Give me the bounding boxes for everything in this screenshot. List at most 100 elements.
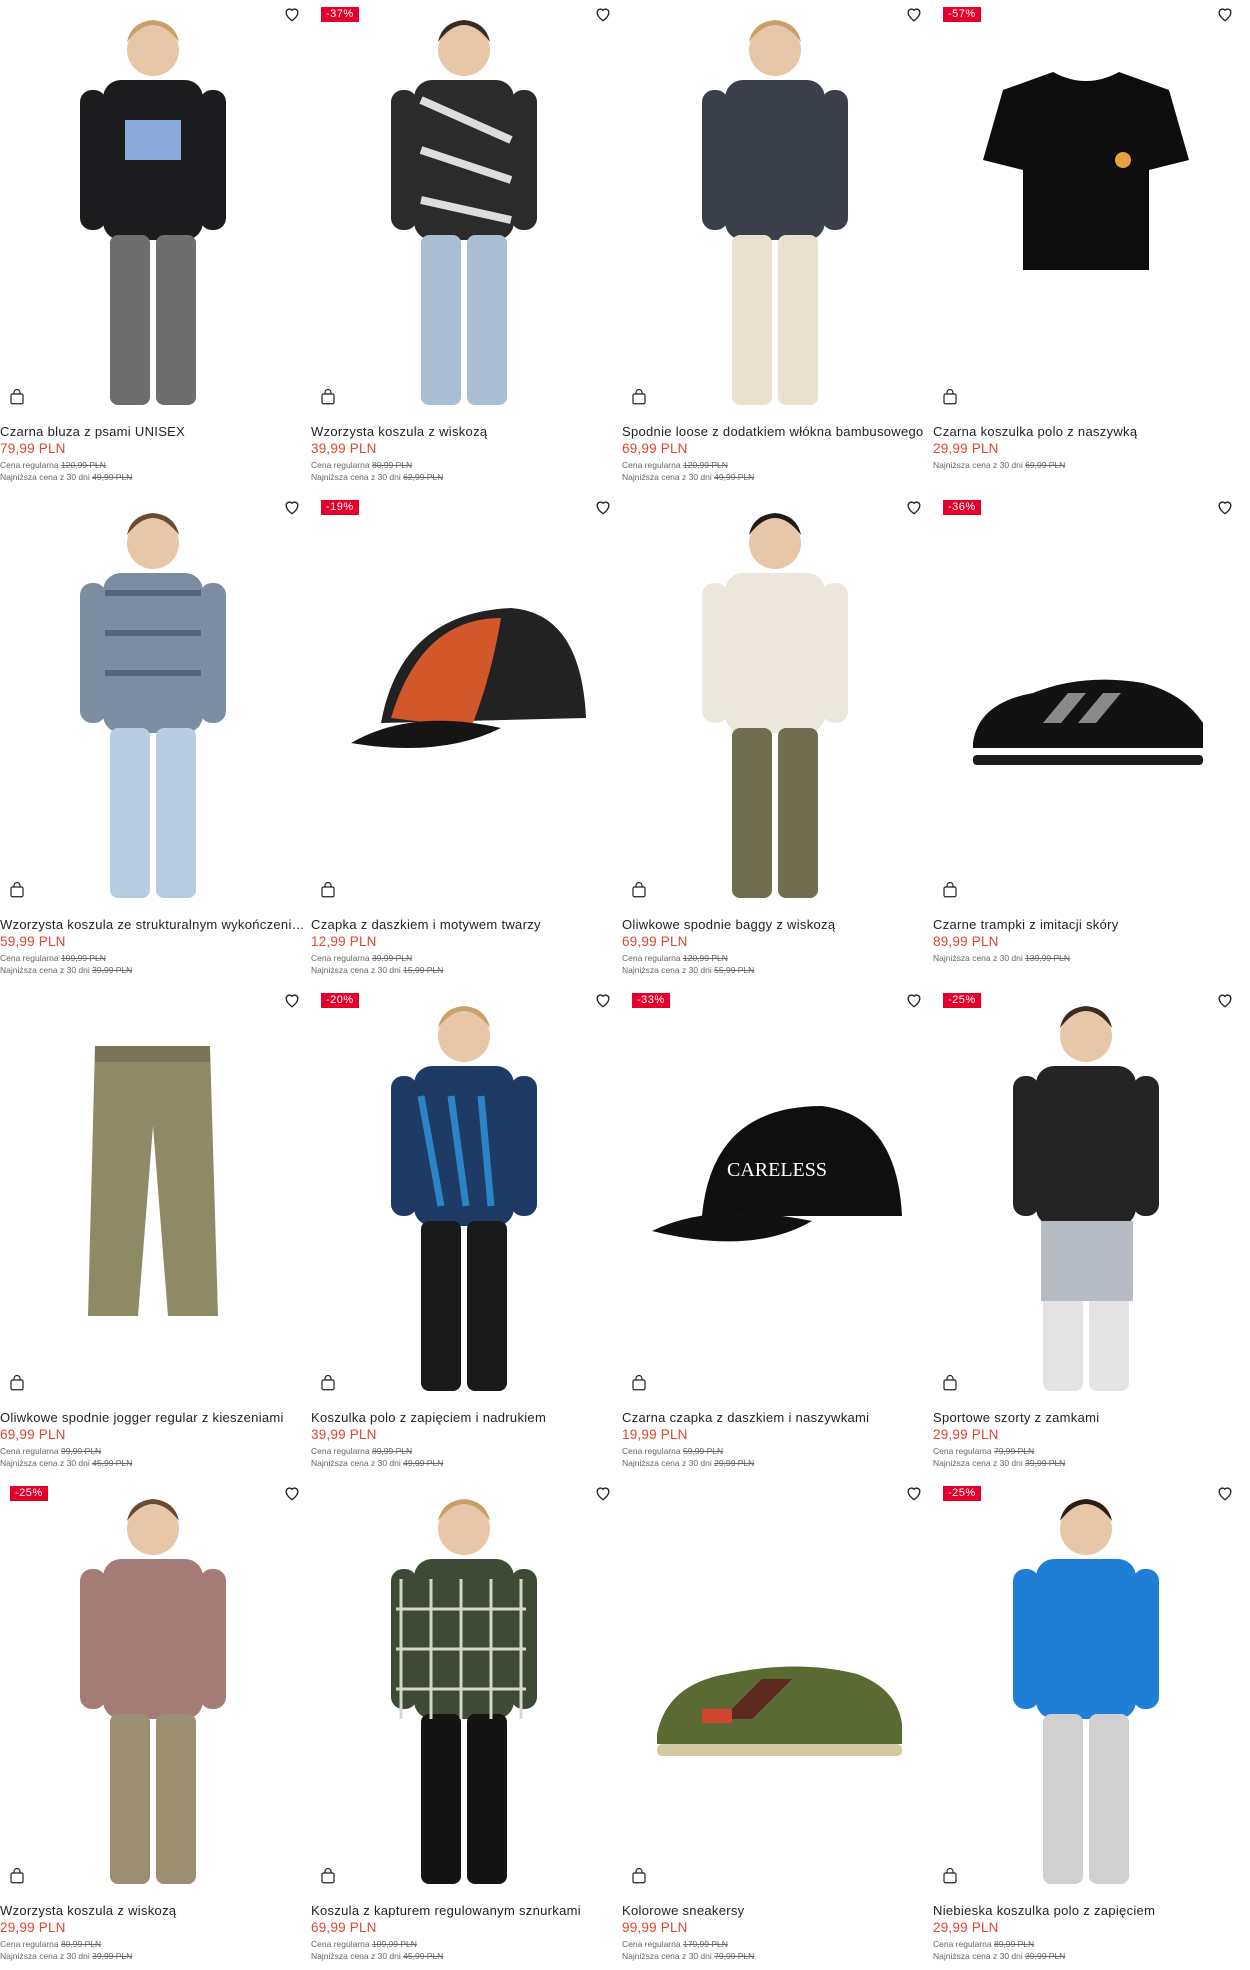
lowest-price: Najniższa cena z 30 dni 39,99 PLN bbox=[0, 965, 133, 975]
product-name[interactable]: Wzorzysta koszula ze strukturalnym wykoń… bbox=[0, 917, 308, 932]
product-image-patterned-shirt[interactable] bbox=[311, 0, 617, 415]
heart-icon[interactable] bbox=[593, 990, 615, 1012]
product-image-black-cap[interactable]: CARELESS bbox=[622, 986, 928, 1401]
product-price: 29,99 PLN bbox=[933, 1427, 999, 1442]
discount-badge: -20% bbox=[321, 993, 359, 1008]
lowest-price: Najniższa cena z 30 dni 139,99 PLN bbox=[933, 953, 1071, 963]
product-card[interactable]: -20% Koszulka polo z zapięciem i nadruki… bbox=[311, 986, 619, 1476]
heart-icon[interactable] bbox=[1215, 990, 1237, 1012]
product-image-face-cap[interactable] bbox=[311, 493, 617, 908]
product-name[interactable]: Koszulka polo z zapięciem i nadrukiem bbox=[311, 1410, 619, 1425]
shopping-bag-icon[interactable] bbox=[630, 881, 648, 899]
heart-icon[interactable] bbox=[904, 497, 926, 519]
heart-icon[interactable] bbox=[904, 1483, 926, 1505]
heart-icon[interactable] bbox=[1215, 1483, 1237, 1505]
product-image-structured-shirt[interactable] bbox=[0, 493, 306, 908]
product-name[interactable]: Czapka z daszkiem i motywem twarzy bbox=[311, 917, 619, 932]
product-card[interactable]: Wzorzysta koszula ze strukturalnym wykoń… bbox=[0, 493, 308, 983]
lowest-price: Najniższa cena z 30 dni 49,99 PLN bbox=[311, 1458, 444, 1468]
shopping-bag-icon[interactable] bbox=[8, 1867, 26, 1885]
shopping-bag-icon[interactable] bbox=[319, 1374, 337, 1392]
product-card[interactable]: -25% Wzorzysta koszula z wiskozą 29,99 P… bbox=[0, 1479, 308, 1969]
regular-price: Cena regularna 80,99 PLN bbox=[0, 1939, 102, 1949]
discount-badge: -36% bbox=[943, 500, 981, 515]
heart-icon[interactable] bbox=[282, 4, 304, 26]
product-name[interactable]: Wzorzysta koszula z wiskozą bbox=[0, 1903, 308, 1918]
shopping-bag-icon[interactable] bbox=[941, 1867, 959, 1885]
shopping-bag-icon[interactable] bbox=[630, 388, 648, 406]
product-image-black-hoodie[interactable] bbox=[0, 0, 306, 415]
heart-icon[interactable] bbox=[904, 4, 926, 26]
product-name[interactable]: Czarna koszulka polo z naszywką bbox=[933, 424, 1241, 439]
product-card[interactable]: -57% Czarna koszulka polo z naszywką 29,… bbox=[933, 0, 1241, 490]
regular-price: Cena regularna 120,99 PLN bbox=[0, 460, 106, 470]
product-card[interactable]: -25% Sportowe szorty z zamkami 29,99 PLN… bbox=[933, 986, 1241, 1476]
product-image-olive-baggy[interactable] bbox=[622, 493, 928, 908]
product-name[interactable]: Czarna bluza z psami UNISEX bbox=[0, 424, 308, 439]
product-image-blue-polo[interactable] bbox=[933, 1479, 1239, 1894]
shopping-bag-icon[interactable] bbox=[8, 881, 26, 899]
heart-icon[interactable] bbox=[1215, 4, 1237, 26]
heart-icon[interactable] bbox=[593, 497, 615, 519]
product-name[interactable]: Wzorzysta koszula z wiskozą bbox=[311, 424, 619, 439]
discount-badge: -33% bbox=[632, 993, 670, 1008]
product-name[interactable]: Sportowe szorty z zamkami bbox=[933, 1410, 1241, 1425]
svg-text:CARELESS: CARELESS bbox=[727, 1159, 827, 1181]
heart-icon[interactable] bbox=[1215, 497, 1237, 519]
product-price: 29,99 PLN bbox=[0, 1920, 66, 1935]
shopping-bag-icon[interactable] bbox=[630, 1374, 648, 1392]
discount-badge: -25% bbox=[943, 1486, 981, 1501]
product-card[interactable]: Kolorowe sneakersy 99,99 PLN Cena regular… bbox=[622, 1479, 930, 1969]
shopping-bag-icon[interactable] bbox=[630, 1867, 648, 1885]
heart-icon[interactable] bbox=[282, 497, 304, 519]
product-card[interactable]: -37% Wzorzysta koszula z wiskozą 39,99 P… bbox=[311, 0, 619, 490]
product-name[interactable]: Niebieska koszulka polo z zapięciem bbox=[933, 1903, 1241, 1918]
heart-icon[interactable] bbox=[904, 990, 926, 1012]
product-name[interactable]: Czarna czapka z daszkiem i naszywkami bbox=[622, 1410, 930, 1425]
product-image-sport-shorts[interactable] bbox=[933, 986, 1239, 1401]
product-name[interactable]: Oliwkowe spodnie jogger regular z kiesze… bbox=[0, 1410, 308, 1425]
product-card[interactable]: Koszula z kapturem regulowanym sznurkami… bbox=[311, 1479, 619, 1969]
product-name[interactable]: Kolorowe sneakersy bbox=[622, 1903, 930, 1918]
heart-icon[interactable] bbox=[282, 1483, 304, 1505]
shopping-bag-icon[interactable] bbox=[8, 388, 26, 406]
product-card[interactable]: CARELESS -33% Czarna czapka z daszkiem i… bbox=[622, 986, 930, 1476]
shopping-bag-icon[interactable] bbox=[319, 881, 337, 899]
product-image-black-polo[interactable] bbox=[933, 0, 1239, 415]
product-card[interactable]: Oliwkowe spodnie jogger regular z kiesze… bbox=[0, 986, 308, 1476]
product-image-olive-sneakers[interactable] bbox=[622, 1479, 928, 1894]
product-name[interactable]: Czarne trampki z imitacji skóry bbox=[933, 917, 1241, 932]
product-image-print-polo[interactable] bbox=[311, 986, 617, 1401]
lowest-price: Najniższa cena z 30 dni 15,99 PLN bbox=[311, 965, 444, 975]
lowest-price: Najniższa cena z 30 dni 49,99 PLN bbox=[0, 472, 133, 482]
product-image-tiedye-shirt[interactable] bbox=[0, 1479, 306, 1894]
heart-icon[interactable] bbox=[593, 1483, 615, 1505]
product-price: 69,99 PLN bbox=[311, 1920, 377, 1935]
shopping-bag-icon[interactable] bbox=[319, 388, 337, 406]
product-image-olive-joggers[interactable] bbox=[0, 986, 306, 1401]
product-image-check-overshirt[interactable] bbox=[311, 1479, 617, 1894]
shopping-bag-icon[interactable] bbox=[8, 1374, 26, 1392]
product-card[interactable]: Czarna bluza z psami UNISEX 79,99 PLN Cen… bbox=[0, 0, 308, 490]
product-card[interactable]: -36% Czarne trampki z imitacji skóry 89,… bbox=[933, 493, 1241, 983]
shopping-bag-icon[interactable] bbox=[319, 1867, 337, 1885]
shopping-bag-icon[interactable] bbox=[941, 881, 959, 899]
product-price: 29,99 PLN bbox=[933, 441, 999, 456]
regular-price: Cena regularna 99,99 PLN bbox=[0, 1446, 102, 1456]
heart-icon[interactable] bbox=[593, 4, 615, 26]
product-name[interactable]: Spodnie loose z dodatkiem włókna bambuso… bbox=[622, 424, 930, 439]
product-name[interactable]: Oliwkowe spodnie baggy z wiskozą bbox=[622, 917, 930, 932]
product-image-black-sneakers[interactable] bbox=[933, 493, 1239, 908]
product-image-loose-trousers[interactable] bbox=[622, 0, 928, 415]
product-card[interactable]: -25% Niebieska koszulka polo z zapięciem… bbox=[933, 1479, 1241, 1969]
product-card[interactable]: Oliwkowe spodnie baggy z wiskozą 69,99 P… bbox=[622, 493, 930, 983]
lowest-price: Najniższa cena z 30 dni 55,99 PLN bbox=[622, 965, 755, 975]
discount-badge: -25% bbox=[943, 993, 981, 1008]
heart-icon[interactable] bbox=[282, 990, 304, 1012]
product-name[interactable]: Koszula z kapturem regulowanym sznurkami bbox=[311, 1903, 619, 1918]
product-card[interactable]: -19% Czapka z daszkiem i motywem twarzy … bbox=[311, 493, 619, 983]
product-card[interactable]: Spodnie loose z dodatkiem włókna bambuso… bbox=[622, 0, 930, 490]
shopping-bag-icon[interactable] bbox=[941, 1374, 959, 1392]
shopping-bag-icon[interactable] bbox=[941, 388, 959, 406]
lowest-price: Najniższa cena z 30 dni 39,99 PLN bbox=[933, 1951, 1066, 1961]
